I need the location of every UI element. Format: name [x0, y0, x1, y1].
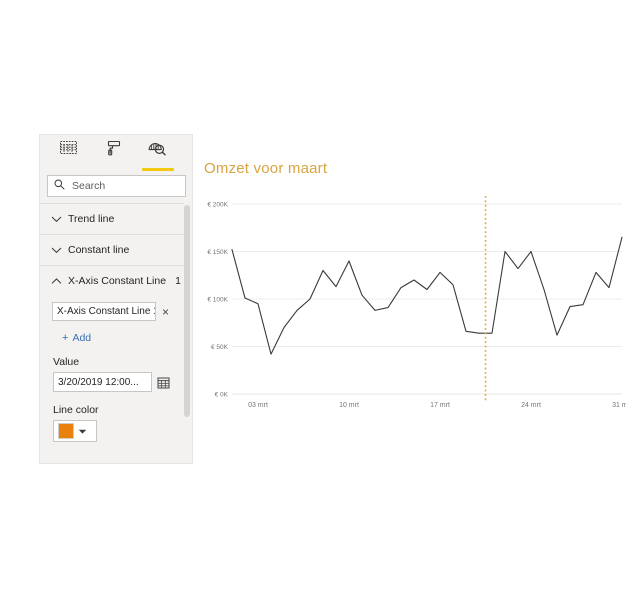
line-color-field-label: Line color — [53, 404, 99, 416]
color-swatch — [58, 423, 74, 439]
section-trend-line[interactable]: Trend line — [40, 203, 184, 234]
chart-plot-area: € 0K € 50K € 100K € 150K € 200K 03 mrt 10 mrt… — [196, 194, 626, 412]
value-field-label: Value — [53, 356, 80, 368]
section-label: X-Axis Constant Line — [68, 275, 167, 287]
line-chart-svg: € 0K € 50K € 100K € 150K € 200K 03 mrt 10 mrt… — [207, 196, 626, 409]
section-x-axis-constant-line[interactable]: X-Axis Constant Line 1 — [40, 265, 184, 296]
fields-icon — [59, 139, 79, 157]
chevron-down-icon — [49, 246, 63, 254]
x-axis-tick-label: 31 mrt — [612, 402, 626, 409]
sidebar-item-format[interactable] — [100, 137, 126, 171]
panel-scrollbar-thumb[interactable] — [184, 205, 190, 417]
constant-line-name-input[interactable]: X-Axis Constant Line 1 — [52, 302, 156, 321]
y-axis-tick-label: € 0K — [215, 391, 229, 398]
y-axis-tick-label: € 100K — [207, 296, 228, 303]
value-input-row: 3/20/2019 12:00... — [53, 372, 184, 392]
line-color-row — [53, 420, 184, 442]
y-axis-ticks: € 0K € 50K € 100K € 150K € 200K — [207, 201, 228, 398]
analytics-pane: Trend line Constant line X-Axis Constant… — [39, 134, 193, 464]
sidebar-item-analytics[interactable] — [142, 137, 174, 171]
series-line — [231, 236, 623, 355]
y-axis-tick-label: € 50K — [211, 344, 229, 351]
search-box[interactable] — [47, 175, 186, 197]
page-title: Omzet voor maart — [204, 160, 328, 177]
section-count: 1 — [175, 275, 181, 287]
analytics-magnifier-icon — [146, 139, 168, 157]
add-constant-line-button[interactable]: + Add — [40, 321, 184, 344]
active-tab-indicator — [142, 168, 174, 171]
constant-line-item-row: X-Axis Constant Line 1 × — [40, 296, 184, 321]
add-label: Add — [72, 332, 92, 344]
panel-tab-strip — [40, 135, 192, 173]
section-constant-line[interactable]: Constant line — [40, 234, 184, 265]
paint-roller-icon — [103, 139, 123, 157]
y-axis-tick-label: € 150K — [207, 249, 228, 256]
x-axis-ticks: 03 mrt 10 mrt 17 mrt 24 mrt 31 mrt — [248, 402, 626, 409]
chart-visual: Omzet voor maart € 0K € 50K € 100K € 150K € … — [196, 160, 626, 430]
gridlines — [232, 203, 622, 395]
line-color-field-group: Line color — [40, 392, 184, 442]
y-axis-tick-label: € 200K — [207, 201, 228, 208]
chevron-down-icon — [49, 215, 63, 223]
section-label: Trend line — [68, 213, 115, 225]
plus-icon: + — [62, 331, 69, 344]
search-row — [40, 173, 192, 203]
value-input[interactable]: 3/20/2019 12:00... — [53, 372, 152, 392]
close-icon[interactable]: × — [162, 306, 169, 318]
chevron-down-icon — [78, 428, 87, 435]
x-axis-tick-label: 24 mrt — [521, 402, 541, 409]
chevron-up-icon — [49, 277, 63, 285]
calendar-icon[interactable] — [157, 376, 170, 389]
line-color-picker[interactable] — [53, 420, 97, 442]
search-icon — [54, 177, 72, 195]
section-label: Constant line — [68, 244, 130, 256]
panel-scrollbar[interactable] — [184, 203, 191, 461]
sidebar-item-fields[interactable] — [56, 137, 82, 171]
x-axis-tick-label: 10 mrt — [339, 402, 359, 409]
x-axis-tick-label: 03 mrt — [248, 402, 268, 409]
value-field-group: Value 3/20/2019 12:00... — [40, 344, 184, 392]
search-input[interactable] — [72, 180, 179, 192]
panel-scroll-region: Trend line Constant line X-Axis Constant… — [40, 203, 192, 461]
x-axis-tick-label: 17 mrt — [430, 402, 450, 409]
